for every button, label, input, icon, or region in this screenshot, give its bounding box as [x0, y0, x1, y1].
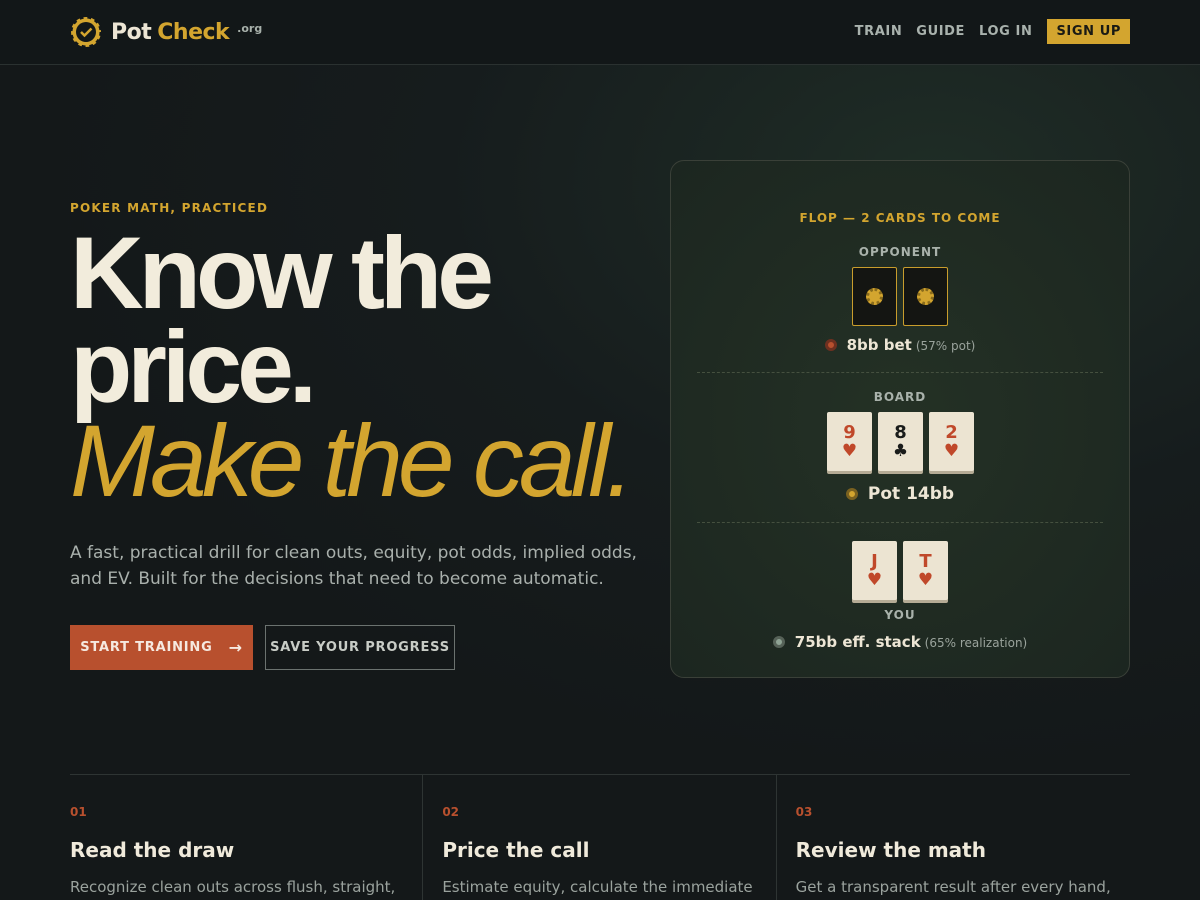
board-card: 2 ♥ — [929, 412, 974, 471]
start-training-label: START TRAINING — [80, 640, 213, 655]
hole-card: J ♥ — [852, 541, 897, 600]
stack-chip-icon — [772, 636, 785, 648]
chip-icon — [866, 288, 883, 305]
feature-description: Get a transparent result after every han… — [795, 878, 1111, 896]
logo-text-pot: Pot — [111, 19, 152, 45]
divider — [697, 372, 1103, 373]
feature-number: 02 — [442, 805, 460, 819]
card-back — [852, 267, 897, 326]
hole-card: T ♥ — [903, 541, 948, 600]
logo-text-check: Check — [157, 19, 230, 45]
divider — [697, 522, 1103, 523]
hero-headline: Know the price. Make the call. — [70, 216, 670, 518]
features-row: 01 Read the draw Recognize clean outs ac… — [70, 774, 1130, 900]
stack-note: (65% realization) — [924, 636, 1028, 650]
feature-title: Read the draw — [70, 838, 235, 862]
nav-train[interactable]: TRAIN — [855, 24, 903, 39]
board-card: 8 ♣ — [878, 412, 923, 471]
board-card: 9 ♥ — [827, 412, 872, 471]
pot-size: Pot 14bb — [671, 484, 1129, 504]
chip-icon — [917, 288, 934, 305]
feature-number: 01 — [70, 805, 87, 819]
board-cards: 9 ♥ 8 ♣ 2 ♥ — [827, 412, 974, 471]
board-label: BOARD — [873, 390, 927, 404]
logo-tld: .org — [237, 22, 263, 35]
feature-read-draw: 01 Read the draw Recognize clean outs ac… — [70, 775, 424, 900]
hero-cards: J ♥ T ♥ — [852, 541, 948, 600]
site-header: Pot Check .org TRAIN GUIDE LOG IN SIGN U… — [0, 0, 1200, 65]
you-label: YOU — [884, 608, 916, 622]
arrow-right-icon: → — [228, 638, 243, 657]
main-nav: TRAIN GUIDE LOG IN SIGN UP — [841, 19, 1130, 44]
feature-price-call: 02 Price the call Estimate equity, calcu… — [423, 775, 777, 900]
nav-log-in[interactable]: LOG IN — [979, 24, 1032, 39]
headline-line-2: price. — [70, 310, 317, 424]
poker-chip-check-icon — [70, 16, 102, 48]
hand-scenario-card: FLOP — 2 CARDS TO COME OPPONENT 8bb bet … — [670, 160, 1130, 678]
opponent-bet: 8bb bet (57% pot) — [671, 336, 1129, 354]
feature-title: Price the call — [442, 838, 590, 862]
opponent-cards — [852, 267, 948, 326]
feature-description: Estimate equity, calculate the immediate — [442, 878, 753, 896]
feature-number: 03 — [795, 805, 813, 819]
feature-review-math: 03 Review the math Get a transparent res… — [777, 775, 1130, 900]
nav-guide[interactable]: GUIDE — [916, 24, 965, 39]
hero-eyebrow: POKER MATH, PRACTICED — [70, 201, 269, 215]
bet-chip-icon — [824, 339, 837, 351]
street-label: FLOP — 2 CARDS TO COME — [799, 211, 1001, 225]
effective-stack: 75bb eff. stack (65% realization) — [671, 633, 1129, 651]
card-back — [903, 267, 948, 326]
opponent-label: OPPONENT — [858, 245, 942, 259]
headline-italic: Make the call. — [70, 404, 634, 518]
headline-line-1: Know the — [70, 216, 494, 330]
pot-amount: Pot 14bb — [867, 484, 955, 504]
feature-title: Review the math — [795, 838, 986, 862]
feature-description: Recognize clean outs across flush, strai… — [70, 878, 396, 896]
logo[interactable]: Pot Check .org — [70, 15, 262, 49]
pot-chip-icon — [845, 488, 858, 500]
opponent-bet-note: (57% pot) — [915, 339, 976, 353]
save-progress-button[interactable]: SAVE YOUR PROGRESS — [265, 625, 455, 670]
stack-amount: 75bb eff. stack — [794, 633, 921, 651]
hero-description: A fast, practical drill for clean outs, … — [70, 543, 637, 589]
opponent-bet-amount: 8bb bet — [846, 336, 912, 354]
start-training-button[interactable]: START TRAINING → — [70, 625, 253, 670]
sign-up-button[interactable]: SIGN UP — [1047, 19, 1130, 44]
